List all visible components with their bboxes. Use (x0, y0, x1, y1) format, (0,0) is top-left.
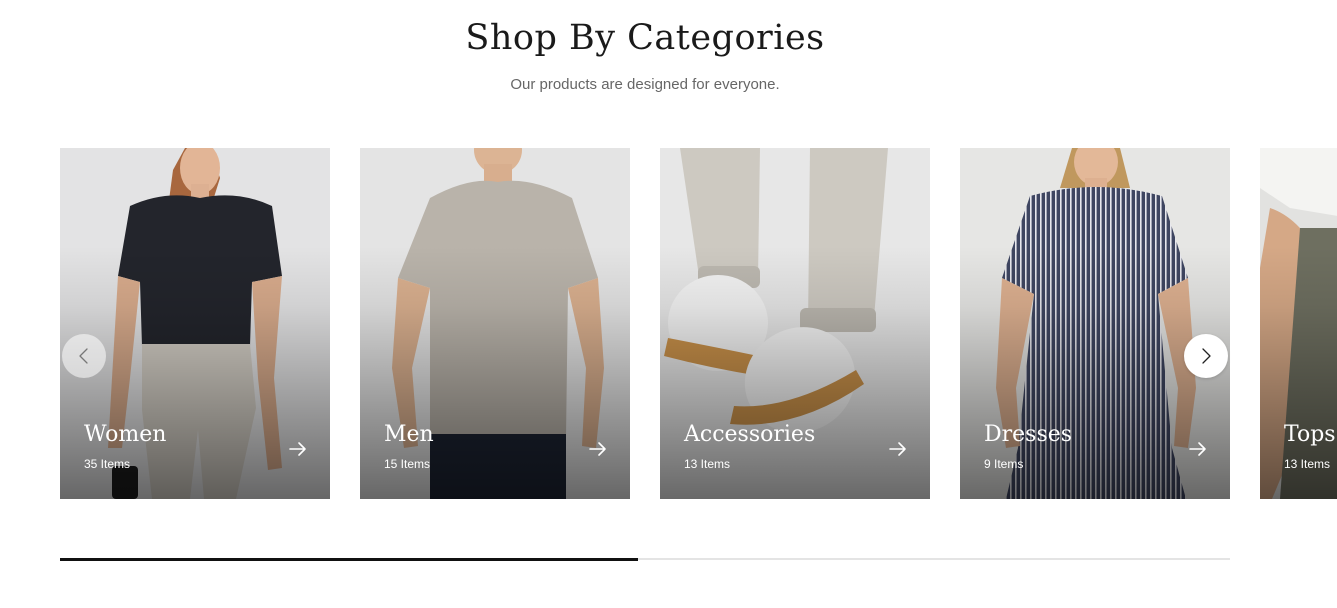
chevron-left-icon (79, 348, 88, 364)
arrow-right-icon[interactable] (888, 441, 908, 457)
category-item-count: 13 Items (684, 457, 731, 471)
carousel-progress-indicator (60, 557, 638, 561)
category-title: Tops (1284, 422, 1336, 447)
section-subtitle: Our products are designed for everyone. (510, 76, 780, 93)
arrow-right-icon[interactable] (288, 441, 308, 457)
category-item-count: 13 Items (1284, 457, 1331, 471)
category-card-men[interactable]: Men 15 Items (360, 148, 630, 499)
category-title: Women (84, 422, 167, 447)
category-card-accessories[interactable]: Accessories 13 Items (660, 148, 930, 499)
category-item-count: 9 Items (984, 457, 1024, 471)
carousel-next-button[interactable] (1184, 334, 1228, 378)
category-title: Accessories (684, 422, 816, 447)
carousel-prev-button[interactable] (62, 334, 106, 378)
category-carousel[interactable]: Women 35 Items Men 15 Items Accessories … (60, 148, 1337, 499)
carousel-progress-bar[interactable] (60, 557, 1230, 561)
chevron-right-icon (1202, 348, 1211, 364)
category-item-count: 35 Items (84, 457, 131, 471)
category-title: Dresses (984, 422, 1073, 447)
category-title: Men (384, 422, 434, 447)
arrow-right-icon[interactable] (1188, 441, 1208, 457)
category-card-tops[interactable]: Tops 13 Items (1260, 148, 1337, 499)
section-title: Shop By Categories (465, 18, 825, 58)
category-card-women[interactable]: Women 35 Items (60, 148, 330, 499)
category-item-count: 15 Items (384, 457, 431, 471)
arrow-right-icon[interactable] (588, 441, 608, 457)
category-card-dresses[interactable]: Dresses 9 Items (960, 148, 1230, 499)
